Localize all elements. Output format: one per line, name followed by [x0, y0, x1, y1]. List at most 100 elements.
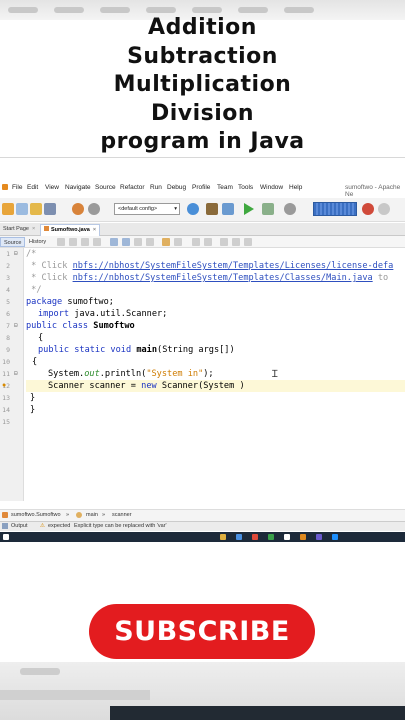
code-line-5: package sumoftwo; — [26, 297, 114, 307]
line-number: 11 — [2, 370, 10, 378]
taskbar-app-icon[interactable] — [252, 534, 258, 540]
subscribe-button[interactable]: SUBSCRIBE — [89, 604, 315, 659]
breadcrumb-item-class[interactable]: sumoftwo.Sumoftwo — [11, 512, 61, 518]
code-line-10: { — [32, 357, 38, 367]
menu-tools[interactable]: Tools — [238, 184, 253, 191]
menu-debug[interactable]: Debug — [167, 184, 186, 191]
hammer-icon[interactable] — [206, 203, 218, 215]
editor-tool-icon[interactable] — [204, 238, 212, 246]
memory-indicator[interactable] — [313, 202, 357, 216]
tab-source[interactable]: Source — [0, 237, 26, 247]
editor-toolbar: Source History — [0, 236, 405, 248]
run-icon[interactable] — [244, 203, 254, 215]
editor-tool-icon[interactable] — [110, 238, 118, 246]
editor-tool-icon[interactable] — [232, 238, 240, 246]
menu-edit[interactable]: Edit — [27, 184, 38, 191]
taskbar-app-icon[interactable] — [236, 534, 242, 540]
line-number: 8 — [6, 334, 10, 342]
search-icon[interactable] — [378, 203, 390, 215]
gc-icon[interactable] — [362, 203, 374, 215]
code-editor[interactable]: /* * Click nbfs://nbhost/SystemFileSyste… — [26, 248, 405, 501]
taskbar-app-icon[interactable] — [284, 534, 290, 540]
line-number: 4 — [6, 286, 10, 294]
taskbar-app-icon[interactable] — [268, 534, 274, 540]
line-number: 6 — [6, 310, 10, 318]
line-number: 14 — [2, 406, 10, 414]
close-icon[interactable]: × — [32, 226, 35, 232]
window-title: sumoftwo - Apache Ne — [345, 184, 401, 198]
fold-toggle-icon[interactable]: ⊟ — [14, 250, 18, 257]
start-icon[interactable] — [3, 534, 9, 540]
line-number: 13 — [2, 394, 10, 402]
debug-icon[interactable] — [262, 203, 274, 215]
undo-icon[interactable] — [72, 203, 84, 215]
output-message-prefix: expected — [48, 523, 71, 529]
fold-toggle-icon[interactable]: ⊟ — [14, 322, 18, 329]
code-line-13: } — [30, 393, 36, 403]
config-select[interactable]: <default config> ▾ — [114, 203, 180, 215]
output-tab[interactable]: Output — [11, 523, 28, 529]
warning-bulb-icon[interactable]: ● — [2, 382, 10, 390]
save-all-icon[interactable] — [44, 203, 56, 215]
tab-start-page[interactable]: Start Page × — [0, 224, 38, 236]
editor-tool-icon[interactable] — [192, 238, 200, 246]
menu-view[interactable]: View — [45, 184, 59, 191]
code-line-6: import java.util.Scanner; — [38, 309, 168, 319]
menu-icon[interactable] — [2, 184, 8, 190]
chevron-down-icon: ▾ — [174, 206, 177, 212]
menu-window[interactable]: Window — [260, 184, 283, 191]
line-number: 7 — [6, 322, 10, 330]
editor-tool-icon[interactable] — [69, 238, 77, 246]
breadcrumb-item-variable[interactable]: scanner — [112, 512, 132, 518]
taskbar-app-icon[interactable] — [220, 534, 226, 540]
taskbar-app-icon[interactable] — [316, 534, 322, 540]
breadcrumb-item-method[interactable]: main — [86, 512, 98, 518]
taskbar-app-icon[interactable] — [332, 534, 338, 540]
menu-team[interactable]: Team — [217, 184, 233, 191]
title-line-3: Multiplication — [113, 72, 292, 97]
line-number: 9 — [6, 346, 10, 354]
profile-icon[interactable] — [284, 203, 296, 215]
menu-profile[interactable]: Profile — [192, 184, 210, 191]
menu-source[interactable]: Source — [95, 184, 116, 191]
editor-tool-icon[interactable] — [162, 238, 170, 246]
tab-history[interactable]: History — [26, 237, 49, 247]
code-line-3: * Click nbfs://nbhost/SystemFileSystem/T… — [26, 273, 389, 283]
editor-tool-icon[interactable] — [134, 238, 142, 246]
menu-help[interactable]: Help — [289, 184, 302, 191]
title-line-2: Subtraction — [127, 43, 278, 69]
new-file-icon[interactable] — [16, 203, 28, 215]
editor-tool-icon[interactable] — [174, 238, 182, 246]
breadcrumb-separator: » — [66, 512, 70, 518]
editor-tool-icon[interactable] — [57, 238, 65, 246]
close-icon[interactable]: × — [93, 227, 96, 233]
tab-sumoftwo-java[interactable]: Sumoftwo.java × — [40, 224, 101, 236]
menu-run[interactable]: Run — [150, 184, 162, 191]
editor-tool-icon[interactable] — [81, 238, 89, 246]
globe-icon[interactable] — [187, 203, 199, 215]
menu-refactor[interactable]: Refactor — [120, 184, 145, 191]
template-link[interactable]: nbfs://nbhost/SystemFileSystem/Templates… — [73, 261, 394, 271]
breadcrumb-class-icon — [2, 512, 8, 518]
editor-tool-icon[interactable] — [146, 238, 154, 246]
line-number: 5 — [6, 298, 10, 306]
editor-tool-icon[interactable] — [93, 238, 101, 246]
new-project-icon[interactable] — [2, 203, 14, 215]
code-line-11: System.out.println("System in"); — [48, 369, 214, 379]
video-frame: Addition Subtraction Multiplication Divi… — [0, 0, 405, 720]
redo-icon[interactable] — [88, 203, 100, 215]
output-icon — [2, 523, 8, 529]
editor-tool-icon[interactable] — [122, 238, 130, 246]
menu-navigate[interactable]: Navigate — [65, 184, 91, 191]
os-taskbar — [0, 532, 405, 542]
fold-toggle-icon[interactable]: ⊟ — [14, 370, 18, 377]
taskbar-app-icon[interactable] — [300, 534, 306, 540]
clean-build-icon[interactable] — [222, 203, 234, 215]
open-folder-icon[interactable] — [30, 203, 42, 215]
editor-tool-icon[interactable] — [244, 238, 252, 246]
template-link[interactable]: nbfs://nbhost/SystemFileSystem/Templates… — [73, 273, 373, 283]
editor-tool-icon[interactable] — [220, 238, 228, 246]
netbeans-ide-window: File Edit View Navigate Source Refactor … — [0, 157, 405, 542]
code-line-12: Scanner scanner = new Scanner(System ) — [26, 380, 405, 392]
menu-file[interactable]: File — [12, 184, 22, 191]
